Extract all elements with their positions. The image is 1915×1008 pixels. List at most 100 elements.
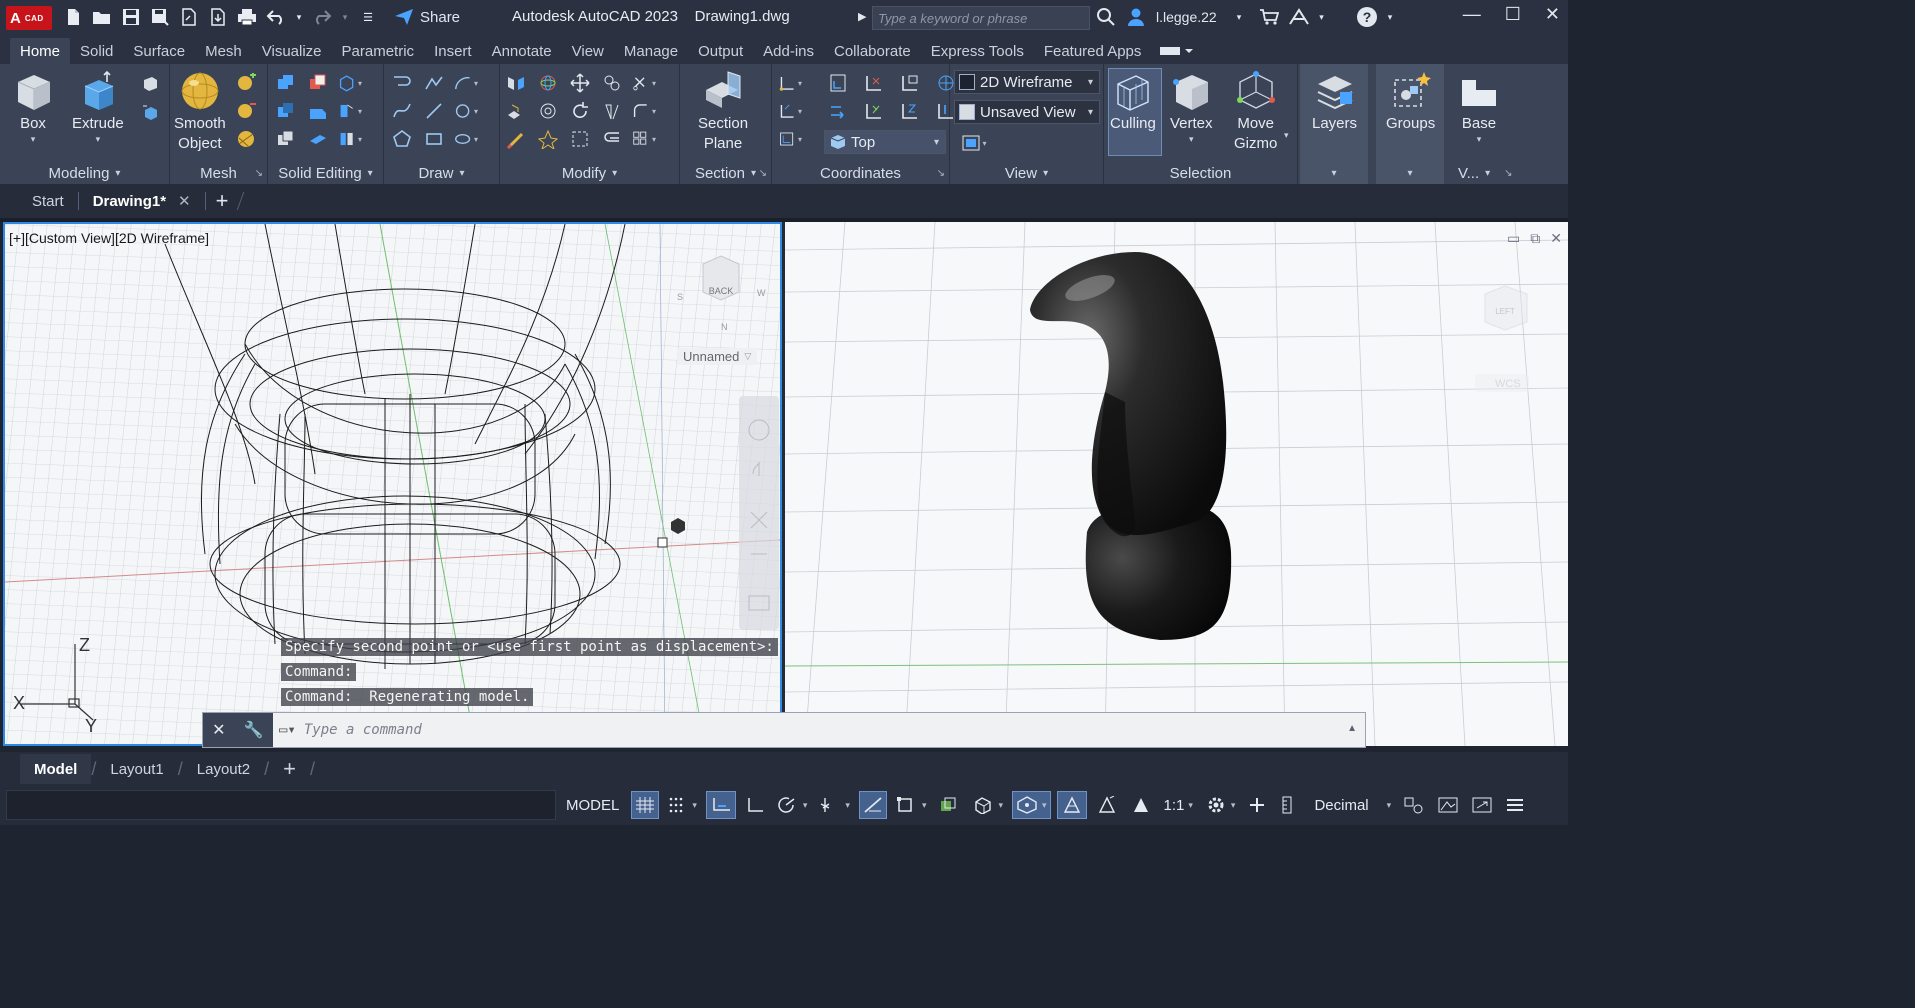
extrude-button[interactable]: Extrude ▾ xyxy=(72,70,124,144)
draw-panel-title[interactable]: Draw ▾ xyxy=(384,162,499,184)
cart-icon[interactable] xyxy=(1259,8,1280,26)
model-space-button[interactable]: MODEL xyxy=(560,791,625,819)
annotation-scale-select[interactable]: 1:1 ▾ xyxy=(1161,791,1196,819)
object-snap-icon[interactable]: ▾ xyxy=(893,791,930,819)
help-dropdown-icon[interactable]: ▾ xyxy=(1388,12,1393,23)
close-command-line-icon[interactable]: ✕ xyxy=(212,720,225,740)
units-icon[interactable] xyxy=(1276,791,1298,819)
share-button[interactable]: Share xyxy=(394,8,460,26)
user-icon[interactable] xyxy=(1126,7,1146,27)
fillet-icon[interactable]: ▾ xyxy=(632,100,656,122)
named-ucs-menu[interactable]: Unnamed ▽ xyxy=(677,348,758,365)
save-as-icon[interactable] xyxy=(149,6,171,28)
annotation-scale-icon[interactable] xyxy=(1127,791,1155,819)
title-arrow-icon[interactable]: ▶ xyxy=(858,10,866,23)
tab-annotate[interactable]: Annotate xyxy=(482,38,562,64)
tab-manage[interactable]: Manage xyxy=(614,38,688,64)
visual-style-select[interactable]: 2D Wireframe ▾ xyxy=(954,70,1100,94)
open-folder-icon[interactable] xyxy=(91,6,113,28)
ortho-mode-icon[interactable] xyxy=(742,791,768,819)
command-input[interactable]: ▭▾ Type a command xyxy=(279,722,422,738)
box-dropdown-icon[interactable]: ▾ xyxy=(31,134,36,144)
vertex-button[interactable]: Vertex ▾ xyxy=(1170,70,1213,144)
arc-icon[interactable]: ▾ xyxy=(454,72,478,94)
named-view-select[interactable]: Unsaved View ▾ xyxy=(954,100,1100,124)
clean-screen-icon[interactable] xyxy=(1468,791,1496,819)
viewport-restore-icon[interactable]: ⧉ xyxy=(1530,230,1540,247)
fillet-edge-icon[interactable] xyxy=(306,100,330,122)
add-layout-button[interactable]: + xyxy=(269,756,310,782)
ellipse-icon[interactable]: ▾ xyxy=(454,128,478,150)
culling-button[interactable]: Culling xyxy=(1110,70,1156,134)
subtract-icon[interactable] xyxy=(306,72,330,94)
navigation-bar[interactable] xyxy=(739,396,779,630)
mesh-smooth-less-icon[interactable] xyxy=(234,100,258,122)
layout-tab-layout2[interactable]: Layout2 xyxy=(183,761,264,778)
rendered-model[interactable] xyxy=(1030,252,1232,640)
units-select[interactable]: Decimal ▾ xyxy=(1304,791,1394,819)
file-tab-start[interactable]: Start xyxy=(18,186,78,216)
layers-button[interactable]: Layers xyxy=(1312,70,1357,134)
customize-status-bar-icon[interactable] xyxy=(1502,791,1528,819)
ucs-y-icon[interactable] xyxy=(862,100,886,122)
snap-mode-icon[interactable]: ▾ xyxy=(665,791,700,819)
plot-icon[interactable] xyxy=(236,6,258,28)
viewcube-right[interactable]: LEFT WCS xyxy=(1475,285,1529,392)
add-scale-icon[interactable] xyxy=(1244,791,1270,819)
polyline-icon[interactable] xyxy=(390,72,414,94)
modeling-panel-title[interactable]: Modeling ▾ xyxy=(0,162,169,184)
viewport-minimize-icon[interactable]: ▭ xyxy=(1507,230,1520,247)
3d-object-snap-icon[interactable] xyxy=(935,791,963,819)
move-gizmo-button[interactable]: Move Gizmo xyxy=(1234,70,1277,154)
line-icon[interactable] xyxy=(422,100,446,122)
object-snap-tracking-icon[interactable] xyxy=(858,791,887,819)
vertex-dropdown-icon[interactable]: ▾ xyxy=(1189,134,1194,144)
3d-mirror-icon[interactable] xyxy=(504,72,528,94)
circle-icon[interactable]: ▾ xyxy=(454,100,478,122)
polygon-icon[interactable] xyxy=(390,128,414,150)
layout-tab-layout1[interactable]: Layout1 xyxy=(96,761,177,778)
tab-collaborate[interactable]: Collaborate xyxy=(824,38,921,64)
move-icon[interactable] xyxy=(568,72,592,94)
ucs-named-icon[interactable] xyxy=(826,72,850,94)
tab-output[interactable]: Output xyxy=(688,38,753,64)
undo-dropdown-icon[interactable]: ▾ xyxy=(294,6,304,28)
grid-toggle-icon[interactable] xyxy=(631,791,660,819)
autodesk-account-icon[interactable] xyxy=(1289,8,1310,26)
tab-parametric[interactable]: Parametric xyxy=(332,38,425,64)
mesh-refine-icon[interactable] xyxy=(234,128,258,150)
modify-panel-title[interactable]: Modify ▾ xyxy=(500,162,679,184)
3d-rotate-icon[interactable] xyxy=(536,72,560,94)
groups-button[interactable]: Groups xyxy=(1386,70,1435,134)
workspace-settings-icon[interactable]: ▾ xyxy=(1202,791,1239,819)
graphics-performance-icon[interactable] xyxy=(1434,791,1462,819)
tab-view[interactable]: View xyxy=(562,38,614,64)
viewport-right[interactable]: LEFT WCS ▭ ⧉ ✕ xyxy=(785,222,1568,746)
array-icon[interactable]: ▾ xyxy=(632,128,656,150)
panel-groups[interactable]: Groups ▾ xyxy=(1376,64,1448,184)
base-dropdown-icon[interactable]: ▾ xyxy=(1477,134,1482,144)
layout-tab-model[interactable]: Model xyxy=(20,754,92,784)
dynamic-ucs-icon[interactable]: ▾ xyxy=(969,791,1006,819)
selection-panel-title[interactable]: Selection xyxy=(1104,162,1297,184)
mesh-panel-title[interactable]: Mesh ↘ xyxy=(170,162,267,184)
extrude-dropdown-icon[interactable]: ▾ xyxy=(96,134,101,144)
view-panel-title[interactable]: View ▾ xyxy=(950,162,1103,184)
stretch-icon[interactable] xyxy=(568,128,592,150)
mesh-smooth-more-icon[interactable] xyxy=(234,72,258,94)
intersect-icon[interactable] xyxy=(274,100,298,122)
ucs-x-icon[interactable] xyxy=(862,72,886,94)
section-panel-title[interactable]: Section ▾ ↘ xyxy=(680,162,771,184)
quick-properties-icon[interactable] xyxy=(1400,791,1428,819)
search-icon[interactable] xyxy=(1096,7,1116,27)
username[interactable]: l.legge.22 xyxy=(1156,9,1217,25)
3d-polyline-icon[interactable] xyxy=(422,72,446,94)
view-short-launcher-icon[interactable]: ↘ xyxy=(1504,168,1512,179)
autoscale-icon[interactable] xyxy=(1093,791,1121,819)
save-to-web-icon[interactable] xyxy=(207,6,229,28)
command-line[interactable]: ✕ 🔧 ▭▾ Type a command ▲ xyxy=(202,712,1366,748)
ucs-icon[interactable]: ▾ xyxy=(778,72,802,94)
tab-add-ins[interactable]: Add-ins xyxy=(753,38,824,64)
trim-icon[interactable]: ▾ xyxy=(632,72,656,94)
mirror-icon[interactable] xyxy=(600,100,624,122)
